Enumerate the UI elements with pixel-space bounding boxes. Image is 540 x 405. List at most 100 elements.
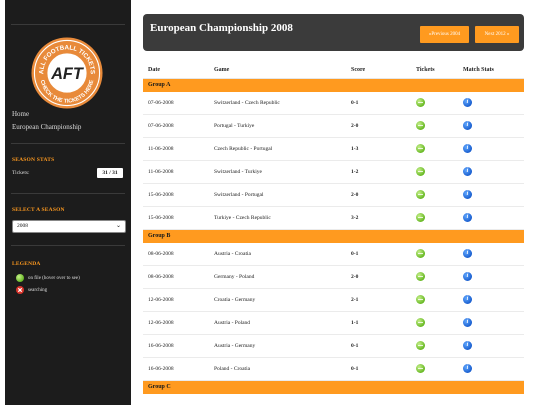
ticket-on-file-icon[interactable] (416, 213, 425, 222)
table-row: 12-06-2008 Croatia - Germany 2-1 i (143, 289, 524, 312)
table-row: 11-06-2008 Czech Republic - Portugal 1-3 i (143, 138, 524, 161)
group-name: Group B (148, 233, 171, 239)
match-date: 12-06-2008 (148, 320, 174, 326)
match-stats-info-icon[interactable]: i (463, 121, 472, 130)
ticket-on-file-icon[interactable] (416, 272, 425, 281)
match-stats-info-icon[interactable]: i (463, 295, 472, 304)
group-name: Group A (148, 82, 171, 88)
match-score: 1-3 (351, 146, 359, 152)
legend-on-file-label: on file (hover over to see) (28, 276, 80, 281)
match-date: 11-06-2008 (148, 169, 174, 175)
group-header-row: Group C (143, 381, 524, 394)
divider (11, 193, 125, 194)
match-date: 16-06-2008 (148, 343, 174, 349)
season-select[interactable]: 2008 ⌄ (12, 220, 126, 233)
match-score: 2-0 (351, 192, 359, 198)
match-score: 1-2 (351, 169, 359, 175)
legend-searching-label: searching (28, 288, 48, 293)
match-date: 07-06-2008 (148, 100, 174, 106)
table-row: 16-06-2008 Poland - Croatia 0-1 i (143, 358, 524, 381)
table-header: Date Game Score Tickets Match Stats (143, 61, 524, 79)
table-body: Group A 07-06-2008 Switzerland - Czech Rep… (143, 79, 524, 394)
divider (11, 24, 125, 25)
table-row: 08-06-2008 Germany - Poland 2-0 i (143, 266, 524, 289)
match-stats-info-icon[interactable]: i (463, 364, 472, 373)
match-date: 08-06-2008 (148, 251, 174, 257)
table-row: 15-06-2008 Turkiye - Czech Republic 3-2 i (143, 207, 524, 230)
previous-season-button[interactable]: «Previous 2004 (420, 26, 469, 43)
ticket-on-file-icon[interactable] (416, 190, 425, 199)
column-header-score: Score (351, 67, 366, 73)
match-game: Portugal - Turkiye (214, 123, 255, 129)
ticket-on-file-icon[interactable] (416, 121, 425, 130)
match-stats-info-icon[interactable]: i (463, 213, 472, 222)
match-date: 15-06-2008 (148, 215, 174, 221)
match-stats-info-icon[interactable]: i (463, 272, 472, 281)
table-row: 12-06-2008 Austria - Poland 1-1 i (143, 312, 524, 335)
match-score: 0-1 (351, 251, 359, 257)
match-date: 12-06-2008 (148, 297, 174, 303)
group-header-row: Group A (143, 79, 524, 92)
next-season-button[interactable]: Next 2012 » (475, 26, 519, 43)
match-game: Switzerland - Portugal (214, 192, 264, 198)
match-stats-info-icon[interactable]: i (463, 341, 472, 350)
season-select-value: 2008 (17, 223, 28, 229)
divider (11, 143, 125, 144)
ticket-on-file-icon[interactable] (416, 318, 425, 327)
ticket-on-file-icon[interactable] (416, 167, 425, 176)
ticket-on-file-icon[interactable] (416, 364, 425, 373)
match-score: 2-0 (351, 123, 359, 129)
match-table: Date Game Score Tickets Match Stats Grou… (143, 61, 524, 394)
match-score: 0-1 (351, 343, 359, 349)
ticket-on-file-icon[interactable] (416, 341, 425, 350)
column-header-tickets: Tickets (416, 67, 435, 73)
ticket-on-file-icon[interactable] (416, 144, 425, 153)
match-game: Poland - Croatia (214, 366, 251, 372)
match-date: 08-06-2008 (148, 274, 174, 280)
match-date: 16-06-2008 (148, 366, 174, 372)
group-header-row: Group B (143, 230, 524, 243)
ticket-on-file-icon[interactable] (416, 249, 425, 258)
match-score: 0-1 (351, 100, 359, 106)
nav-home-link[interactable]: Home (12, 110, 29, 118)
table-row: 07-06-2008 Switzerland - Czech Republic 0-… (143, 92, 524, 115)
ticket-on-file-icon (16, 274, 24, 282)
ticket-on-file-icon[interactable] (416, 98, 425, 107)
group-name: Group C (148, 384, 171, 390)
match-stats-info-icon[interactable]: i (463, 318, 472, 327)
match-game: Czech Republic - Portugal (214, 146, 273, 152)
page-header: European Championship 2008 «Previous 200… (143, 14, 524, 51)
match-score: 1-1 (351, 320, 359, 326)
match-stats-info-icon[interactable]: i (463, 190, 472, 199)
match-score: 0-1 (351, 366, 359, 372)
select-season-title: SELECT A SEASON (12, 207, 65, 213)
page-title: European Championship 2008 (150, 22, 293, 34)
match-stats-info-icon[interactable]: i (463, 249, 472, 258)
match-game: Switzerland - Turkiye (214, 169, 262, 175)
sidebar: ALL FOOTBALL TICKETS CHECK THE TICKETS H… (5, 0, 131, 405)
match-score: 2-1 (351, 297, 359, 303)
match-stats-info-icon[interactable]: i (463, 144, 472, 153)
ticket-on-file-icon[interactable] (416, 295, 425, 304)
table-row: 08-06-2008 Austria - Croatia 0-1 i (143, 243, 524, 266)
match-stats-info-icon[interactable]: i (463, 167, 472, 176)
match-date: 07-06-2008 (148, 123, 174, 129)
match-date: 11-06-2008 (148, 146, 174, 152)
legenda-title: LEGENDA (12, 261, 41, 267)
match-game: Austria - Croatia (214, 251, 251, 257)
divider (11, 245, 125, 246)
nav-european-championship-link[interactable]: European Championship (12, 123, 81, 131)
tickets-label: Tickets: (12, 170, 30, 176)
table-row: 15-06-2008 Switzerland - Portugal 2-0 i (143, 184, 524, 207)
column-header-game: Game (214, 67, 230, 73)
match-stats-info-icon[interactable]: i (463, 98, 472, 107)
chevron-down-icon: ⌄ (115, 223, 121, 229)
tickets-count-badge: 31 / 31 (97, 168, 123, 178)
table-row: 16-06-2008 Austria - Germany 0-1 i (143, 335, 524, 358)
column-header-date: Date (148, 67, 160, 73)
match-date: 15-06-2008 (148, 192, 174, 198)
match-game: Austria - Poland (214, 320, 251, 326)
table-row: 11-06-2008 Switzerland - Turkiye 1-2 i (143, 161, 524, 184)
aft-logo: ALL FOOTBALL TICKETS CHECK THE TICKETS H… (31, 37, 103, 109)
table-row: 07-06-2008 Portugal - Turkiye 2-0 i (143, 115, 524, 138)
